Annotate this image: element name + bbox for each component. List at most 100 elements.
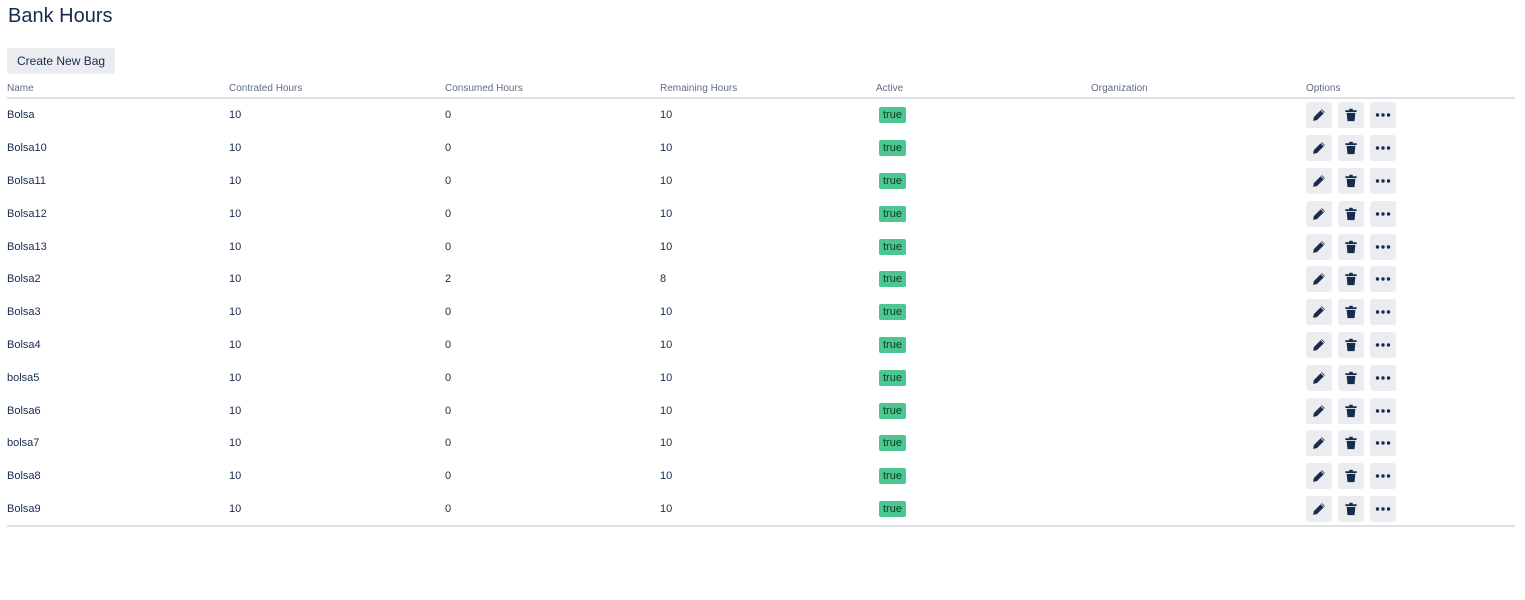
cell-name: Bolsa11 — [7, 165, 229, 198]
edit-button[interactable] — [1306, 495, 1332, 522]
active-status-badge: true — [879, 205, 906, 222]
edit-button[interactable] — [1306, 200, 1332, 227]
column-header-organization[interactable]: Organization — [1091, 77, 1306, 99]
consumed-hours-value: 0 — [445, 306, 452, 319]
pencil-icon — [1312, 502, 1326, 516]
edit-button[interactable] — [1306, 167, 1332, 194]
cell-organization — [1091, 132, 1306, 165]
more-options-button[interactable] — [1370, 364, 1396, 391]
cell-organization — [1091, 263, 1306, 296]
active-status-badge: true — [879, 107, 906, 124]
cell-contracted-hours: 10 — [229, 492, 445, 528]
cell-options — [1306, 98, 1515, 132]
more-icon — [1375, 309, 1391, 315]
delete-button[interactable] — [1338, 135, 1364, 162]
delete-button[interactable] — [1338, 266, 1364, 293]
more-options-button[interactable] — [1370, 299, 1396, 326]
cell-organization — [1091, 296, 1306, 329]
row-options — [1306, 463, 1515, 490]
active-status-badge: true — [879, 435, 906, 452]
consumed-hours-value: 0 — [445, 437, 452, 450]
more-options-button[interactable] — [1370, 266, 1396, 293]
table-row: Bolsa9 10 0 10 true — [7, 492, 1515, 528]
more-options-button[interactable] — [1370, 167, 1396, 194]
delete-button[interactable] — [1338, 299, 1364, 326]
contracted-hours-value: 10 — [229, 502, 242, 515]
more-options-button[interactable] — [1370, 102, 1396, 129]
consumed-hours-value: 0 — [445, 404, 452, 417]
more-options-button[interactable] — [1370, 233, 1396, 260]
more-options-button[interactable] — [1370, 135, 1396, 162]
more-options-button[interactable] — [1370, 463, 1396, 490]
table-body: Bolsa 10 0 10 true Bolsa10 10 0 10 true … — [7, 98, 1515, 528]
row-options — [1306, 102, 1515, 129]
delete-button[interactable] — [1338, 495, 1364, 522]
cell-options — [1306, 230, 1515, 263]
delete-button[interactable] — [1338, 397, 1364, 424]
bag-name: Bolsa6 — [7, 404, 41, 417]
column-header-options: Options — [1306, 77, 1515, 99]
edit-button[interactable] — [1306, 135, 1332, 162]
delete-button[interactable] — [1338, 430, 1364, 457]
cell-remaining-hours: 10 — [660, 296, 876, 329]
trash-icon — [1344, 436, 1358, 450]
bag-name: Bolsa2 — [7, 273, 41, 286]
edit-button[interactable] — [1306, 364, 1332, 391]
more-options-button[interactable] — [1370, 200, 1396, 227]
column-header-consumed-hours[interactable]: Consumed Hours — [445, 77, 660, 99]
column-header-contracted-hours[interactable]: Contrated Hours — [229, 77, 445, 99]
bag-name: Bolsa9 — [7, 502, 41, 515]
cell-remaining-hours: 8 — [660, 263, 876, 296]
delete-button[interactable] — [1338, 167, 1364, 194]
active-status-badge: true — [879, 140, 906, 157]
delete-button[interactable] — [1338, 364, 1364, 391]
delete-button[interactable] — [1338, 331, 1364, 358]
edit-button[interactable] — [1306, 233, 1332, 260]
bag-name: Bolsa3 — [7, 306, 41, 319]
active-status-badge: true — [879, 336, 906, 353]
pencil-icon — [1312, 469, 1326, 483]
cell-organization — [1091, 197, 1306, 230]
cell-contracted-hours: 10 — [229, 427, 445, 460]
delete-button[interactable] — [1338, 463, 1364, 490]
cell-contracted-hours: 10 — [229, 296, 445, 329]
trash-icon — [1344, 305, 1358, 319]
row-options — [1306, 495, 1515, 522]
consumed-hours-value: 0 — [445, 109, 452, 122]
column-header-name[interactable]: Name — [7, 77, 229, 99]
pencil-icon — [1312, 141, 1326, 155]
cell-active: true — [876, 460, 1091, 493]
edit-button[interactable] — [1306, 463, 1332, 490]
trash-icon — [1344, 469, 1358, 483]
edit-button[interactable] — [1306, 397, 1332, 424]
table-row: Bolsa 10 0 10 true — [7, 98, 1515, 132]
more-options-button[interactable] — [1370, 495, 1396, 522]
cell-contracted-hours: 10 — [229, 230, 445, 263]
more-options-button[interactable] — [1370, 331, 1396, 358]
bag-name: bolsa7 — [7, 437, 40, 450]
cell-active: true — [876, 263, 1091, 296]
edit-button[interactable] — [1306, 102, 1332, 129]
cell-active: true — [876, 165, 1091, 198]
more-options-button[interactable] — [1370, 430, 1396, 457]
edit-button[interactable] — [1306, 430, 1332, 457]
delete-button[interactable] — [1338, 233, 1364, 260]
column-header-remaining-hours[interactable]: Remaining Hours — [660, 77, 876, 99]
contracted-hours-value: 10 — [229, 338, 242, 351]
remaining-hours-value: 10 — [660, 371, 673, 384]
edit-button[interactable] — [1306, 266, 1332, 293]
remaining-hours-value: 10 — [660, 109, 673, 122]
delete-button[interactable] — [1338, 102, 1364, 129]
more-options-button[interactable] — [1370, 397, 1396, 424]
edit-button[interactable] — [1306, 299, 1332, 326]
edit-button[interactable] — [1306, 331, 1332, 358]
cell-name: Bolsa8 — [7, 460, 229, 493]
delete-button[interactable] — [1338, 200, 1364, 227]
more-icon — [1375, 342, 1391, 348]
cell-contracted-hours: 10 — [229, 165, 445, 198]
trash-icon — [1344, 141, 1358, 155]
create-new-bag-button[interactable]: Create New Bag — [7, 48, 116, 74]
pencil-icon — [1312, 240, 1326, 254]
column-header-active[interactable]: Active — [876, 77, 1091, 99]
table-row: Bolsa2 10 2 8 true — [7, 263, 1515, 296]
